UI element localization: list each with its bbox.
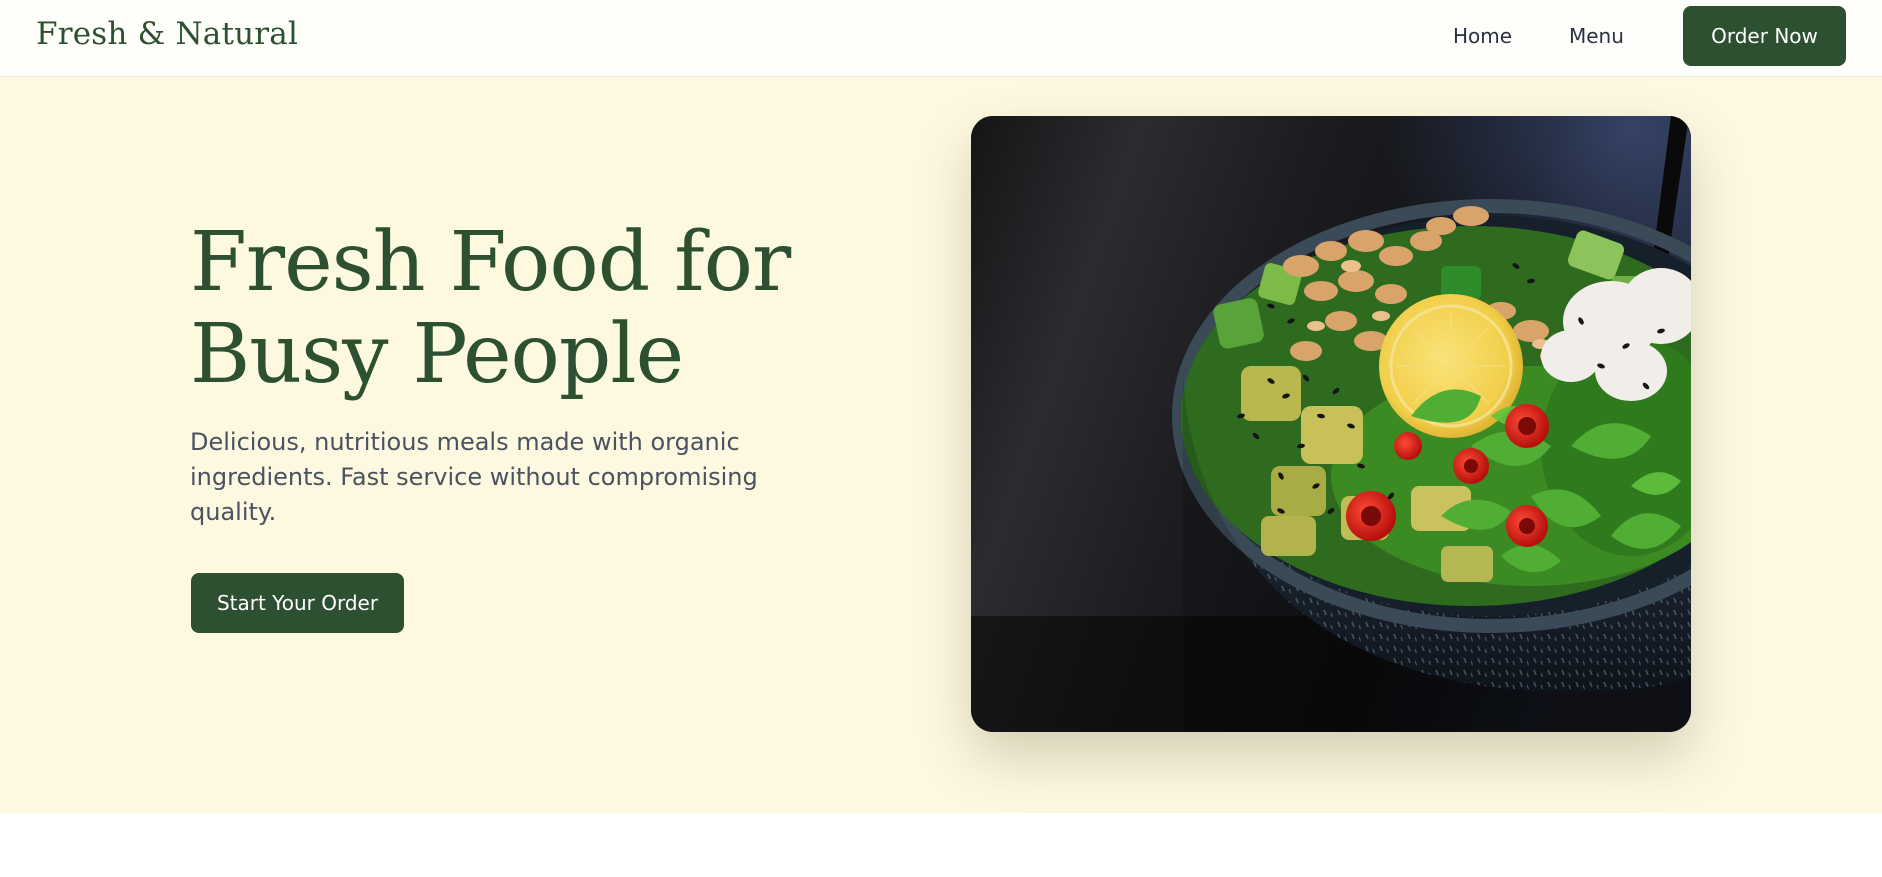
hero-section: Fresh Food for Busy People Delicious, nu… — [0, 77, 1882, 813]
nav-link-menu[interactable]: Menu — [1569, 24, 1624, 48]
brand-logo[interactable]: Fresh & Natural — [36, 16, 298, 52]
below-hero-section — [0, 813, 1882, 877]
nav-link-home[interactable]: Home — [1453, 24, 1512, 48]
start-order-button[interactable]: Start Your Order — [191, 573, 404, 633]
salad-bowl-illustration — [971, 116, 1691, 732]
top-navbar: Fresh & Natural Home Menu Order Now — [0, 0, 1882, 77]
hero-subtitle: Delicious, nutritious meals made with or… — [190, 428, 758, 526]
order-now-button[interactable]: Order Now — [1683, 6, 1846, 66]
hero-salad-bowl-image — [971, 116, 1691, 732]
hero-title: Fresh Food for Busy People — [190, 215, 791, 402]
